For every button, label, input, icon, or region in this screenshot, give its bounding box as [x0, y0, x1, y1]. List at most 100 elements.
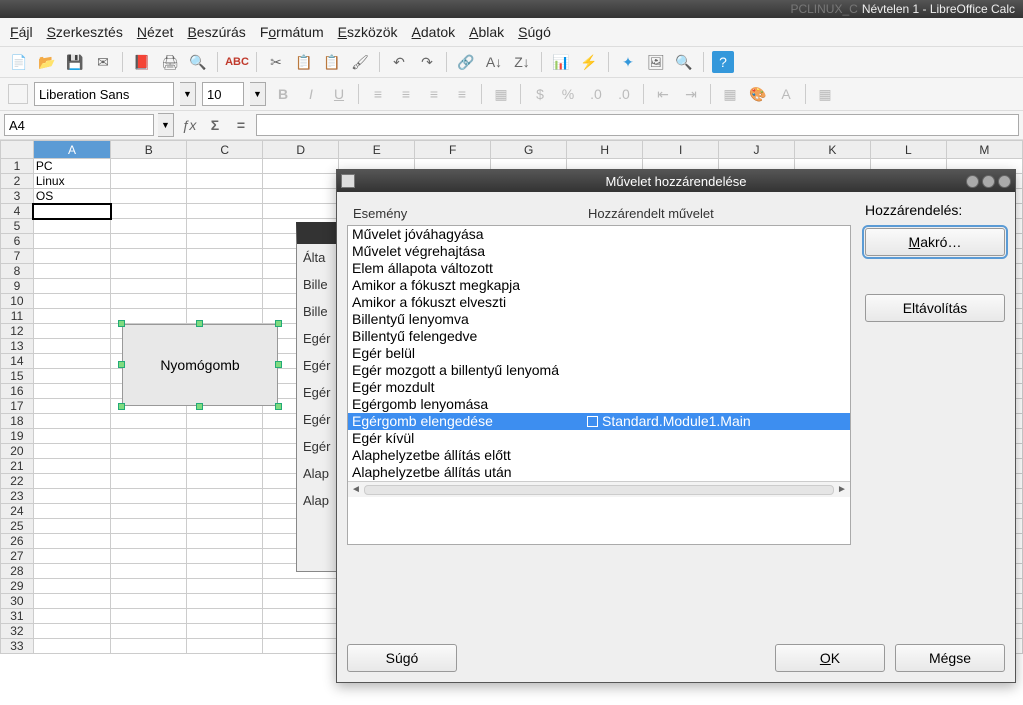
font-name-input[interactable]	[34, 82, 174, 106]
underline-icon[interactable]: U	[328, 83, 350, 105]
cell[interactable]	[111, 264, 187, 279]
cell[interactable]	[187, 504, 263, 519]
cell[interactable]	[111, 639, 187, 654]
cell[interactable]	[187, 474, 263, 489]
maximize-icon[interactable]	[982, 175, 995, 188]
menu-tools[interactable]: Eszközök	[338, 24, 398, 40]
menu-insert[interactable]: Beszúrás	[187, 24, 245, 40]
sum-icon[interactable]: Σ	[204, 114, 226, 136]
col-header-L[interactable]: L	[870, 141, 946, 159]
help-button[interactable]: Súgó	[347, 644, 457, 672]
row-header[interactable]: 18	[1, 414, 34, 429]
help-icon[interactable]: ?	[712, 51, 734, 73]
new-doc-icon[interactable]: 📄	[8, 51, 30, 73]
row-header[interactable]: 2	[1, 174, 34, 189]
cell[interactable]	[33, 444, 110, 459]
cell[interactable]	[187, 294, 263, 309]
font-size-dropdown[interactable]: ▼	[250, 82, 266, 106]
align-left-icon[interactable]: ≡	[367, 83, 389, 105]
align-right-icon[interactable]: ≡	[423, 83, 445, 105]
cell[interactable]	[263, 609, 339, 624]
form-button-control[interactable]: Nyomógomb	[122, 324, 278, 406]
col-header-H[interactable]: H	[567, 141, 643, 159]
cell[interactable]	[111, 504, 187, 519]
font-size-input[interactable]	[202, 82, 244, 106]
cell[interactable]	[33, 204, 110, 219]
email-icon[interactable]: ✉	[92, 51, 114, 73]
row-header[interactable]: 20	[1, 444, 34, 459]
resize-handle[interactable]	[118, 361, 125, 368]
cell[interactable]	[33, 489, 110, 504]
resize-handle[interactable]	[196, 403, 203, 410]
cell[interactable]	[33, 309, 110, 324]
decimal-add-icon[interactable]: .0	[585, 83, 607, 105]
print-icon[interactable]: 🖨	[159, 51, 181, 73]
align-justify-icon[interactable]: ≡	[451, 83, 473, 105]
event-row[interactable]: Egérgomb elengedéseStandard.Module1.Main	[348, 413, 850, 430]
cell[interactable]	[111, 549, 187, 564]
cell[interactable]	[111, 204, 187, 219]
event-row[interactable]: Amikor a fókuszt megkapja	[348, 277, 850, 294]
event-row[interactable]: Egér mozdult	[348, 379, 850, 396]
row-header[interactable]: 13	[1, 339, 34, 354]
col-header-J[interactable]: J	[719, 141, 795, 159]
cell[interactable]	[187, 519, 263, 534]
preview-icon[interactable]: 🔍	[187, 51, 209, 73]
brush-icon[interactable]: 🖌	[349, 51, 371, 73]
event-row[interactable]: Egérgomb lenyomása	[348, 396, 850, 413]
cell[interactable]	[187, 414, 263, 429]
cell[interactable]	[33, 219, 110, 234]
event-row[interactable]: Billentyű lenyomva	[348, 311, 850, 328]
cell[interactable]	[111, 294, 187, 309]
align-center-icon[interactable]: ≡	[395, 83, 417, 105]
cell[interactable]	[263, 204, 339, 219]
cell[interactable]	[33, 639, 110, 654]
col-header-M[interactable]: M	[946, 141, 1022, 159]
cell[interactable]	[111, 459, 187, 474]
row-header[interactable]: 12	[1, 324, 34, 339]
cell[interactable]	[111, 474, 187, 489]
row-header[interactable]: 6	[1, 234, 34, 249]
currency-icon[interactable]: $	[529, 83, 551, 105]
event-row[interactable]: Művelet jóváhagyása	[348, 226, 850, 243]
row-header[interactable]: 4	[1, 204, 34, 219]
cell[interactable]	[187, 609, 263, 624]
menu-format[interactable]: Formátum	[260, 24, 324, 40]
resize-handle[interactable]	[196, 320, 203, 327]
nav-icon[interactable]: ✦	[617, 51, 639, 73]
row-header[interactable]: 32	[1, 624, 34, 639]
cell[interactable]	[111, 609, 187, 624]
cell[interactable]	[33, 354, 110, 369]
cell[interactable]	[111, 249, 187, 264]
cancel-button[interactable]: Mégse	[895, 644, 1005, 672]
remove-button[interactable]: Eltávolítás	[865, 294, 1005, 322]
cell[interactable]	[33, 399, 110, 414]
cell[interactable]	[263, 579, 339, 594]
cell[interactable]	[33, 594, 110, 609]
cell[interactable]	[187, 429, 263, 444]
pdf-icon[interactable]: 📕	[131, 51, 153, 73]
row-header[interactable]: 1	[1, 159, 34, 174]
cell[interactable]	[111, 579, 187, 594]
cell[interactable]	[263, 639, 339, 654]
cell[interactable]	[187, 264, 263, 279]
cell[interactable]	[111, 414, 187, 429]
cell[interactable]	[33, 249, 110, 264]
redo-icon[interactable]: ↷	[416, 51, 438, 73]
resize-handle[interactable]	[275, 320, 282, 327]
merge-icon[interactable]: ▦	[490, 83, 512, 105]
row-header[interactable]: 17	[1, 399, 34, 414]
cell[interactable]	[187, 219, 263, 234]
cell[interactable]	[33, 504, 110, 519]
scroll-left-icon[interactable]: ◄	[348, 484, 364, 495]
menu-help[interactable]: Súgó	[518, 24, 551, 40]
minimize-icon[interactable]	[966, 175, 979, 188]
cell[interactable]	[33, 474, 110, 489]
col-header-G[interactable]: G	[491, 141, 567, 159]
cell[interactable]	[187, 249, 263, 264]
ok-button[interactable]: OK	[775, 644, 885, 672]
sort-asc-icon[interactable]: A↓	[483, 51, 505, 73]
cell[interactable]	[111, 519, 187, 534]
row-header[interactable]: 25	[1, 519, 34, 534]
cell[interactable]: Linux	[33, 174, 110, 189]
